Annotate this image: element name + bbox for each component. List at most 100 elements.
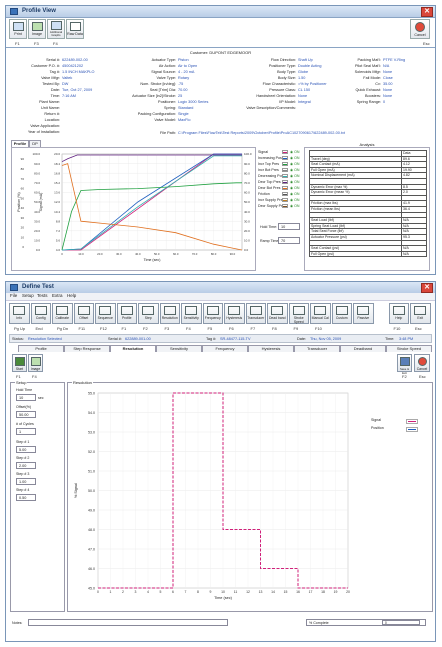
menu-tests[interactable]: Tests	[37, 293, 48, 298]
x-tick-label: 8	[197, 590, 199, 594]
additional-graphs-button[interactable]: Additional Graphs	[47, 19, 65, 39]
image-icon	[30, 357, 41, 366]
y-tick-label: 10.0	[34, 239, 40, 243]
ramp-time-field[interactable]: 70	[278, 237, 300, 244]
toolbar-button[interactable]: Config	[30, 303, 51, 324]
toolbar-button[interactable]: Calibrate	[52, 303, 73, 324]
yr-tick-label: 80.0	[244, 171, 250, 175]
toolbar-button[interactable]: Dead band	[267, 303, 288, 324]
menu-bar: File Setup Tests Extra Help	[6, 293, 435, 301]
save-exit-button[interactable]: Save & Exit	[397, 354, 412, 375]
toolbar-button[interactable]: Frequency	[202, 303, 223, 324]
outer-tick-label: 80	[21, 167, 25, 171]
step-label: Step # 4	[16, 488, 30, 492]
field-label: Valve Mfgr:	[41, 76, 60, 80]
step-field[interactable]: 2.00	[16, 462, 36, 469]
toolbar-button[interactable]: Stroke Speed	[288, 303, 309, 324]
field-value: Logix 3000 Series	[178, 100, 209, 104]
step-field[interactable]: 1.00	[16, 478, 36, 485]
raw-data-button[interactable]: Raw Data	[66, 19, 84, 39]
toolbar-button[interactable]: Sensitivity	[181, 303, 202, 324]
test-tab[interactable]: Transducer	[294, 345, 340, 352]
outer-tick-label: 90	[21, 157, 25, 161]
step-field[interactable]: 0.50	[16, 494, 36, 501]
header-divider	[6, 47, 435, 48]
toolbar-icon	[271, 306, 284, 315]
field-value: 1.5 INCH MAKPLO	[62, 70, 95, 74]
menu-extra[interactable]: Extra	[52, 293, 63, 298]
image-button[interactable]: Image	[28, 19, 46, 39]
toolbar-icon	[99, 306, 112, 315]
toolbar-button[interactable]: Sequence	[95, 303, 116, 324]
yr-tick-label: 10.0	[244, 239, 250, 243]
toolbar-label: Resolution	[161, 316, 178, 320]
y-tick-label: 53.0	[88, 431, 95, 435]
toolbar-icon	[77, 306, 90, 315]
x-tick-label: 10.0	[78, 252, 84, 256]
cancel-button[interactable]: Cancel	[414, 354, 430, 372]
test-tab[interactable]: Hysteresis	[248, 345, 294, 352]
close-icon[interactable]: ✕	[421, 283, 433, 293]
toolbar-button[interactable]: Passive	[353, 303, 374, 324]
cancel-button[interactable]: Cancel	[410, 19, 430, 39]
test-tab[interactable]: Frequency	[202, 345, 248, 352]
offset-field[interactable]: 50.00	[16, 411, 36, 418]
toolbar-button[interactable]: Manual Cal	[310, 303, 331, 324]
tab-profile[interactable]: Profile	[11, 140, 29, 147]
cancel-icon	[415, 22, 425, 32]
legend-line	[283, 170, 287, 171]
print-button[interactable]: Print	[9, 19, 27, 39]
yr-tick-label: 90.0	[244, 162, 250, 166]
toolbar-button[interactable]: Info	[9, 303, 30, 324]
on-indicator: ◉ ON	[290, 174, 300, 178]
toolbar-icon	[228, 306, 241, 315]
legend-line	[283, 200, 287, 201]
y2-tick-label: 4.0	[56, 248, 61, 252]
outer-tick-label: 20	[21, 226, 25, 230]
additional-graphs-label: Additional Graphs	[49, 30, 63, 37]
test-tab[interactable]: Stroke Speed	[386, 345, 432, 352]
field-label: Positioner:	[158, 100, 176, 104]
test-tab[interactable]: Sensitivity	[156, 345, 202, 352]
step-field[interactable]: 5.00	[16, 446, 36, 453]
field-label: Quick Exhaust:	[355, 88, 381, 92]
fkey-graphs: F4	[53, 41, 58, 46]
test-tab[interactable]: Step Response	[64, 345, 110, 352]
notes-field[interactable]	[28, 619, 228, 626]
toolbar-button[interactable]: Offset	[73, 303, 94, 324]
toolbar-button[interactable]: Help	[388, 303, 409, 324]
hold-time-field[interactable]: 10	[16, 394, 36, 401]
field-value: 35.00	[383, 82, 393, 86]
cycles-field[interactable]: 1	[16, 428, 36, 435]
toolbar-button[interactable]: Custom	[331, 303, 352, 324]
close-icon[interactable]: ✕	[421, 7, 433, 17]
hold-time-label: Hold Time	[16, 388, 33, 392]
toolbar-button[interactable]: Resolution	[159, 303, 180, 324]
legend-line	[408, 421, 416, 422]
legend-line	[283, 176, 287, 177]
field-label: Pilot Seal Mat'l:	[354, 64, 381, 68]
test-tab[interactable]: Resolution	[110, 345, 156, 352]
toolbar-button[interactable]: Exit	[410, 303, 431, 324]
field-label: Spring Range:	[356, 100, 381, 104]
toolbar-button[interactable]: Transducer	[245, 303, 266, 324]
test-tab[interactable]: Deadband	[340, 345, 386, 352]
field-value: 0	[383, 100, 386, 104]
start-button[interactable]: Start	[12, 354, 27, 372]
hold-time-field[interactable]: 10	[278, 223, 300, 230]
field-label: Body Size:	[277, 76, 296, 80]
image-button[interactable]: Image	[28, 354, 43, 372]
tab-dp[interactable]: DP	[29, 140, 41, 147]
toolbar-button[interactable]: Step	[138, 303, 159, 324]
field-label: Flow Characteristic:	[262, 82, 296, 86]
table-cell: N/A	[401, 250, 427, 258]
test-tab[interactable]: Profile	[18, 345, 64, 352]
toolbar-button[interactable]: Hysteresis	[224, 303, 245, 324]
menu-setup[interactable]: Setup	[22, 293, 34, 298]
menu-help[interactable]: Help	[67, 293, 76, 298]
x-tick-label: 3	[135, 590, 137, 594]
toolbar-button[interactable]: Profile	[116, 303, 137, 324]
menu-file[interactable]: File	[10, 293, 17, 298]
y-tick-label: 55.0	[88, 392, 95, 396]
field-value: Globe	[298, 70, 309, 74]
